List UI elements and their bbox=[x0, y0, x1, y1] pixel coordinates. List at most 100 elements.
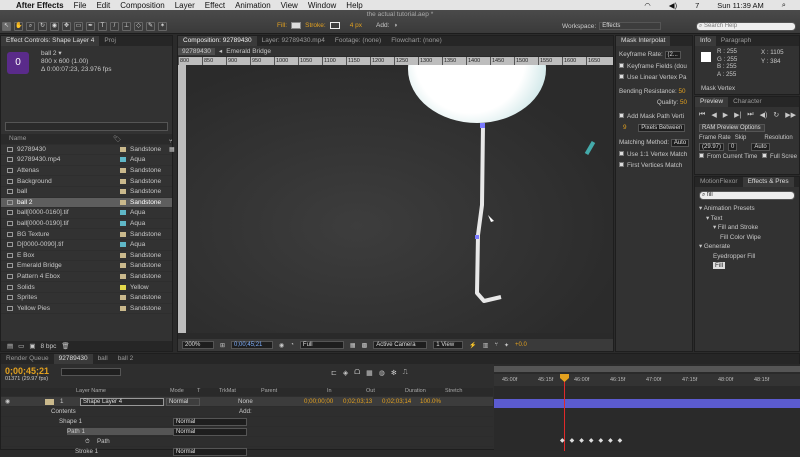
col-out[interactable]: Out bbox=[366, 388, 405, 396]
quality-value[interactable]: 50 bbox=[680, 99, 687, 106]
menu-edit[interactable]: Edit bbox=[96, 1, 110, 10]
layer-name[interactable]: Shape Layer 4 bbox=[80, 397, 164, 406]
layer-out[interactable]: 0;02;03;13 bbox=[343, 398, 382, 405]
shape-row[interactable]: Shape 1 Normal bbox=[1, 417, 493, 427]
fill-swatch[interactable] bbox=[291, 22, 302, 29]
search-help-input[interactable]: ⌕ Search Help bbox=[696, 22, 796, 31]
layer-mode[interactable]: Normal bbox=[166, 397, 200, 406]
contents-label[interactable]: Contents bbox=[51, 408, 201, 415]
project-item[interactable]: Yellow Pies Sandstone bbox=[1, 304, 172, 315]
puppet-tool-icon[interactable]: ✶ bbox=[158, 21, 167, 31]
tab-effect-controls[interactable]: Effect Controls: Shape Layer 4 bbox=[1, 36, 100, 46]
shy-icon[interactable]: ᗝ bbox=[354, 369, 360, 377]
project-item[interactable]: Background Sandstone bbox=[1, 176, 172, 187]
resolution-preview-select[interactable]: Auto bbox=[751, 143, 770, 151]
path-group-row[interactable]: Path 1 Normal bbox=[1, 427, 493, 437]
brush-tool-icon[interactable]: / bbox=[110, 21, 119, 31]
hand-tool-icon[interactable]: ✋ bbox=[14, 21, 23, 31]
rotate-tool-icon[interactable]: ↻ bbox=[38, 21, 47, 31]
project-item[interactable]: D[0000-0090].tif Aqua bbox=[1, 240, 172, 251]
col-in[interactable]: In bbox=[327, 388, 366, 396]
full-screen-checkbox[interactable] bbox=[762, 153, 768, 158]
ram-preview-options-select[interactable]: RAM Preview Options bbox=[699, 124, 765, 132]
label-swatch[interactable] bbox=[120, 210, 126, 216]
vertical-ruler[interactable] bbox=[178, 65, 186, 333]
col-trkmat[interactable]: TrkMat bbox=[219, 388, 261, 396]
stroke-size[interactable]: 4 px bbox=[350, 22, 362, 29]
new-comp-icon[interactable]: ▣ bbox=[29, 342, 35, 350]
tab-character[interactable]: Character bbox=[728, 97, 767, 107]
stroke-label[interactable]: Stroke: bbox=[305, 22, 326, 29]
label-swatch[interactable] bbox=[120, 295, 126, 301]
status-count[interactable]: 7 bbox=[695, 1, 699, 10]
grid-toggle-icon[interactable]: ⊞ bbox=[220, 342, 225, 349]
menu-view[interactable]: View bbox=[281, 1, 298, 10]
tab-motionflexor[interactable]: MotionFlexor bbox=[695, 177, 743, 187]
from-current-checkbox[interactable] bbox=[699, 153, 704, 158]
label-swatch[interactable] bbox=[120, 221, 126, 227]
spotlight-icon[interactable]: ⌕ bbox=[782, 0, 786, 10]
vertex-count[interactable]: 9 bbox=[623, 124, 627, 131]
keyframe-rate-select[interactable]: (2... bbox=[664, 51, 681, 59]
matching-select[interactable]: Auto bbox=[670, 139, 690, 147]
effects-tree-item[interactable]: ▾ Fill and Stroke bbox=[695, 223, 799, 233]
label-swatch[interactable] bbox=[120, 189, 126, 195]
project-item[interactable]: E Box Sandstone bbox=[1, 251, 172, 262]
label-swatch[interactable] bbox=[120, 274, 126, 280]
stroke-row[interactable]: Stroke 1 Normal bbox=[1, 447, 493, 457]
project-search[interactable] bbox=[5, 122, 168, 131]
layer-stretch[interactable]: 100.0% bbox=[420, 398, 441, 405]
effects-search-input[interactable]: ⌕ fill bbox=[699, 191, 795, 200]
zoom-select[interactable]: 200% bbox=[182, 341, 214, 349]
col-parent[interactable]: Parent bbox=[261, 388, 327, 396]
tab-info[interactable]: Info bbox=[695, 36, 716, 46]
menu-help[interactable]: Help bbox=[346, 1, 362, 10]
snapshot-icon[interactable]: ◉ bbox=[279, 342, 284, 349]
tab-effects-presets[interactable]: Effects & Pres bbox=[742, 177, 794, 187]
keyframe-fields-checkbox[interactable] bbox=[619, 63, 624, 68]
draft-3d-icon[interactable]: ◈ bbox=[343, 369, 348, 377]
label-swatch[interactable] bbox=[120, 263, 126, 269]
selected-item-name[interactable]: ball 2 ▾ bbox=[41, 50, 111, 58]
project-item[interactable]: Solids Yellow bbox=[1, 282, 172, 293]
layer-label-color[interactable] bbox=[45, 398, 54, 405]
stroke-label-timeline[interactable]: Stroke 1 bbox=[75, 448, 173, 455]
fast-preview-icon[interactable]: ⚡ bbox=[469, 342, 476, 349]
play-icon[interactable]: ▶ bbox=[723, 111, 728, 119]
menu-composition[interactable]: Composition bbox=[120, 1, 164, 10]
selection-tool-icon[interactable]: ↖ bbox=[2, 21, 11, 31]
trash-icon[interactable]: 🗑 bbox=[61, 342, 69, 350]
av-switches-icon[interactable]: ◉ bbox=[5, 398, 45, 405]
prev-frame-icon[interactable]: ◀ bbox=[711, 111, 716, 119]
project-item[interactable]: ball[0000-0190].tif Aqua bbox=[1, 219, 172, 230]
audio-icon[interactable]: ◀) bbox=[760, 111, 768, 119]
first-frame-icon[interactable]: ⏮ bbox=[699, 111, 705, 119]
menu-animation[interactable]: Animation bbox=[235, 1, 271, 10]
graph-editor-icon[interactable]: ⎍ bbox=[403, 369, 408, 377]
menu-effect[interactable]: Effect bbox=[205, 1, 225, 10]
camera-tool-icon[interactable]: ◉ bbox=[50, 21, 59, 31]
region-icon[interactable]: ▦ bbox=[350, 342, 356, 349]
tab-footage[interactable]: Footage: (none) bbox=[330, 36, 386, 46]
pan-behind-tool-icon[interactable]: ✥ bbox=[62, 21, 71, 31]
interpret-footage-icon[interactable]: ▤ bbox=[7, 342, 13, 350]
zoom-tool-icon[interactable]: ⌕ bbox=[26, 21, 35, 31]
project-item[interactable]: 92789430.mp4 Aqua bbox=[1, 155, 172, 166]
current-time[interactable]: 0;00;45;21 bbox=[231, 341, 274, 349]
camera-select[interactable]: Active Camera bbox=[373, 341, 428, 349]
tab-project[interactable]: Proj bbox=[99, 36, 121, 46]
label-swatch[interactable] bbox=[120, 242, 126, 248]
tab-render-queue[interactable]: Render Queue bbox=[1, 354, 54, 364]
timeline-search[interactable] bbox=[61, 368, 121, 376]
comp-mini-flowchart-icon[interactable]: ⊏ bbox=[331, 369, 337, 377]
volume-icon[interactable]: ◀) bbox=[669, 1, 677, 10]
menu-window[interactable]: Window bbox=[308, 1, 336, 10]
tab-flowchart[interactable]: Flowchart: (none) bbox=[386, 36, 447, 46]
app-menu[interactable]: After Effects bbox=[16, 1, 64, 10]
skip-select[interactable]: 0 bbox=[728, 143, 738, 151]
frame-blending-icon[interactable]: ▦ bbox=[366, 369, 373, 377]
effects-tree-item[interactable]: ▾ Animation Presets bbox=[695, 204, 799, 214]
timeline-icon[interactable]: ▥ bbox=[483, 342, 489, 349]
linear-vertex-checkbox[interactable] bbox=[619, 74, 624, 79]
comp-viewer[interactable] bbox=[186, 65, 613, 333]
